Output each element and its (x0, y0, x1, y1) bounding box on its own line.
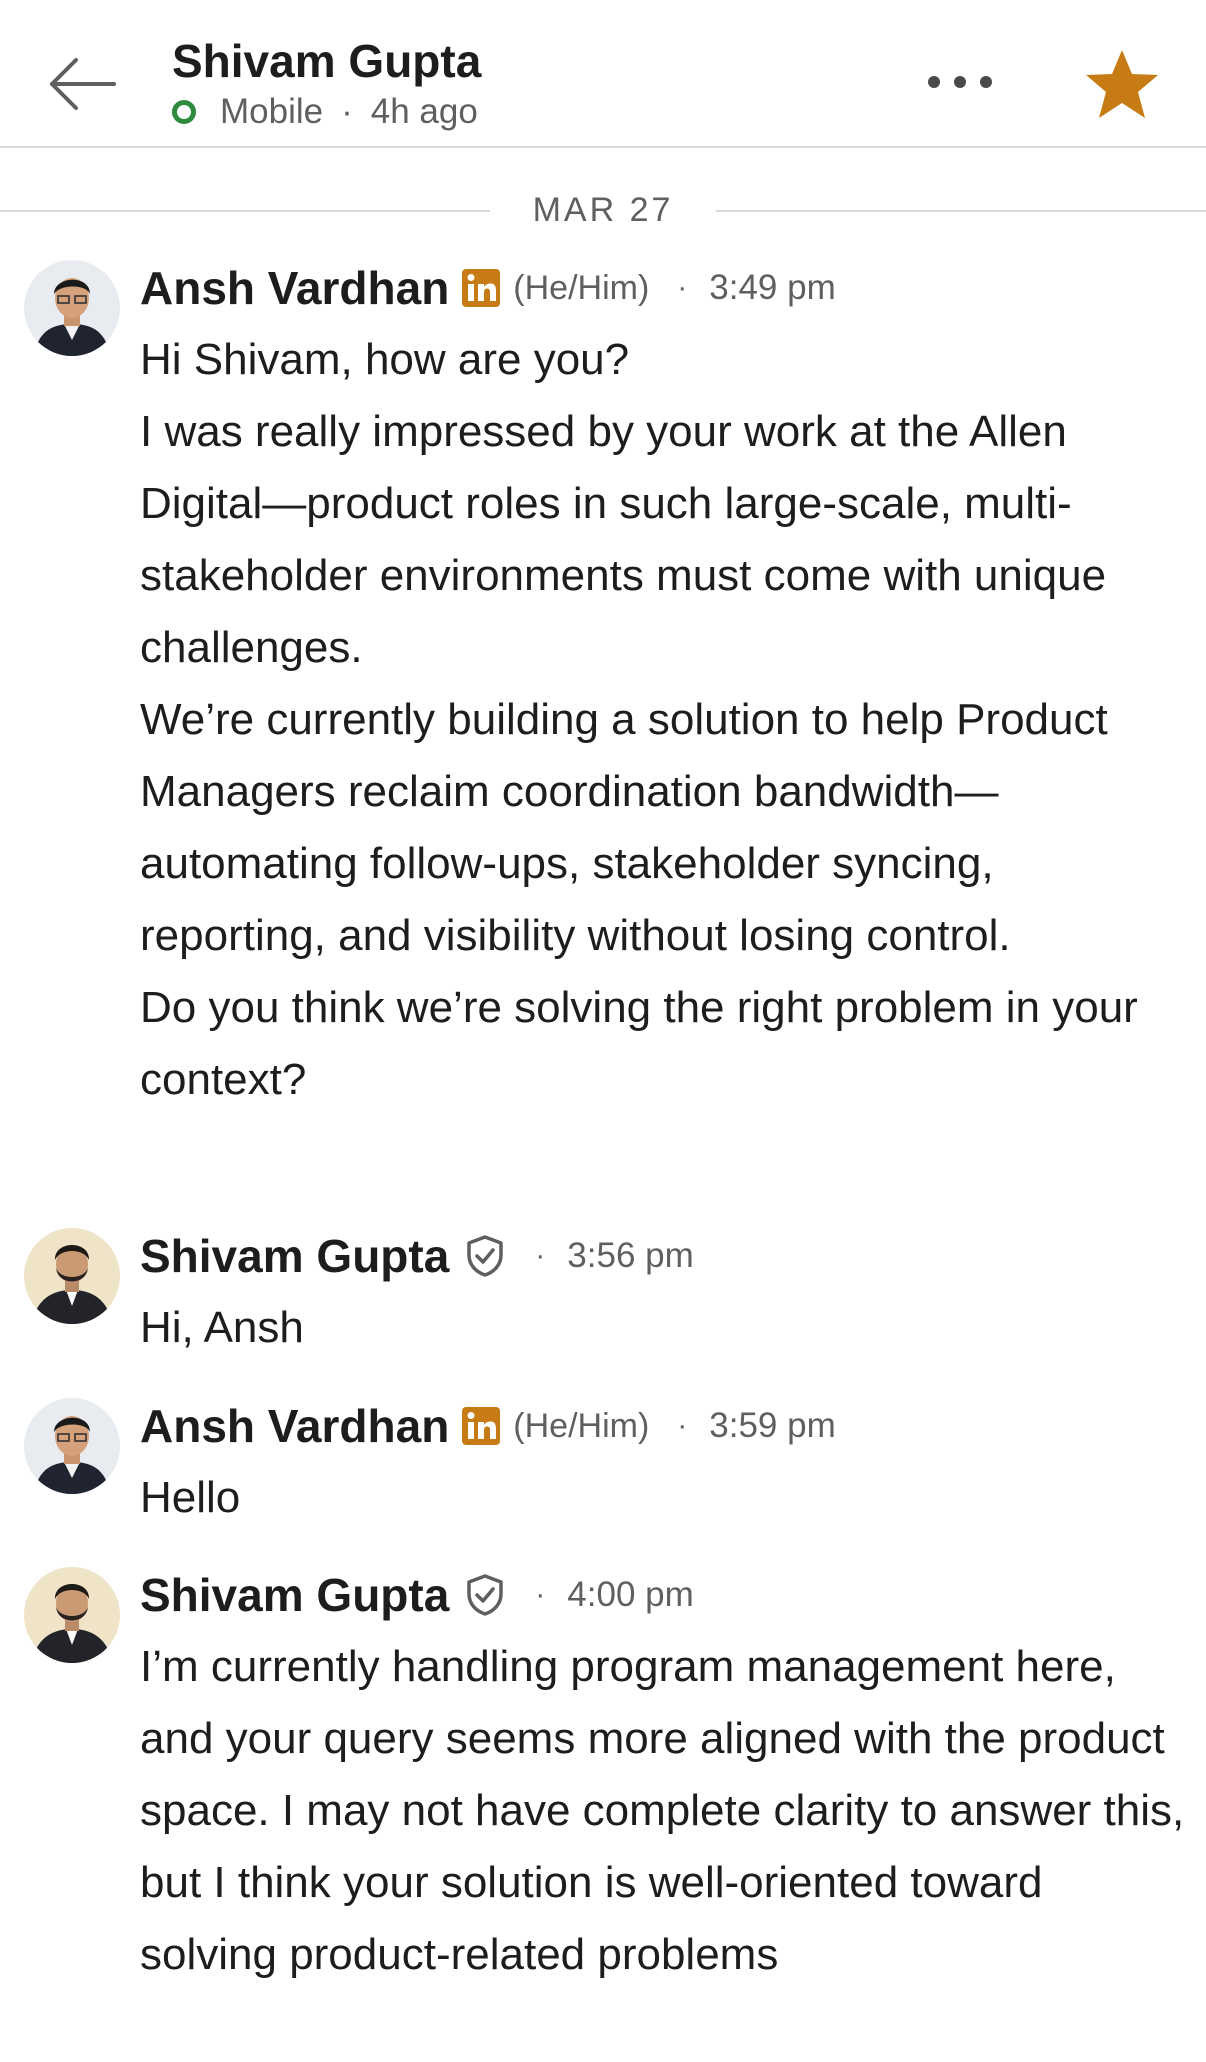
message-header: Shivam Gupta · 3:56 pm (140, 1226, 694, 1286)
presence-indicator-icon (172, 100, 196, 124)
date-label: MAR 27 (532, 191, 674, 229)
date-divider: MAR 27 (0, 190, 1206, 230)
message-body: Hi, Ansh (140, 1292, 1190, 1364)
message-text: I’m currently handling program managemen… (140, 1642, 1185, 1979)
avatar-shivam-icon (24, 1567, 120, 1663)
message-body: Hi Shivam, how are you? I was really imp… (140, 324, 1190, 1116)
linkedin-premium-icon (461, 268, 501, 308)
sender-name[interactable]: Shivam Gupta (140, 1568, 449, 1622)
message-text: We’re currently building a solution to h… (140, 695, 1108, 960)
last-seen: 4h ago (370, 92, 478, 131)
avatar[interactable] (24, 1228, 120, 1324)
presence-status: Mobile · 4h ago (172, 92, 478, 132)
avatar[interactable] (24, 260, 120, 356)
separator-dot: · (677, 1409, 688, 1442)
divider-line (716, 210, 1206, 212)
message-text: Do you think we’re solving the right pro… (140, 983, 1138, 1104)
separator-dot: · (535, 1239, 546, 1272)
message-header: Shivam Gupta · 4:00 pm (140, 1565, 694, 1625)
message-time: 3:56 pm (567, 1236, 694, 1275)
avatar-ansh-icon (24, 1398, 120, 1494)
message-text: Hi Shivam, how are you? (140, 335, 630, 384)
message-time: 4:00 pm (567, 1575, 694, 1614)
message-body: Hello (140, 1462, 1190, 1534)
avatar-ansh-icon (24, 260, 120, 356)
sender-name[interactable]: Ansh Vardhan (140, 261, 449, 315)
contact-name[interactable]: Shivam Gupta (172, 34, 481, 88)
message-text: Hi, Ansh (140, 1303, 304, 1352)
separator-dot: · (535, 1578, 546, 1611)
message-text: Hello (140, 1473, 241, 1522)
message-time: 3:49 pm (709, 268, 836, 307)
separator-dot: · (677, 271, 688, 304)
avatar-shivam-icon (24, 1228, 120, 1324)
message-header: Ansh Vardhan (He/Him) · 3:59 pm (140, 1396, 836, 1456)
message-text: I was really impressed by your work at t… (140, 407, 1107, 672)
verified-shield-icon (463, 1573, 507, 1617)
verified-shield-icon (463, 1234, 507, 1278)
message-time: 3:59 pm (709, 1406, 836, 1445)
sender-pronouns: (He/Him) (513, 268, 650, 307)
divider-line (0, 210, 490, 212)
separator-dot: · (341, 92, 353, 131)
sender-pronouns: (He/Him) (513, 1406, 650, 1445)
message-header: Ansh Vardhan (He/Him) · 3:49 pm (140, 258, 836, 318)
avatar[interactable] (24, 1398, 120, 1494)
arrow-left-icon (50, 58, 116, 110)
star-button[interactable] (1082, 44, 1162, 124)
star-icon (1086, 50, 1158, 118)
more-options-button[interactable] (920, 62, 1000, 102)
back-button[interactable] (46, 52, 118, 116)
sender-name[interactable]: Shivam Gupta (140, 1229, 449, 1283)
presence-label: Mobile (220, 92, 324, 131)
conversation-header: Shivam Gupta Mobile · 4h ago (0, 0, 1206, 148)
linkedin-premium-icon (461, 1406, 501, 1446)
ellipsis-icon (928, 76, 992, 88)
avatar[interactable] (24, 1567, 120, 1663)
message-body: I’m currently handling program managemen… (140, 1631, 1190, 1991)
sender-name[interactable]: Ansh Vardhan (140, 1399, 449, 1453)
